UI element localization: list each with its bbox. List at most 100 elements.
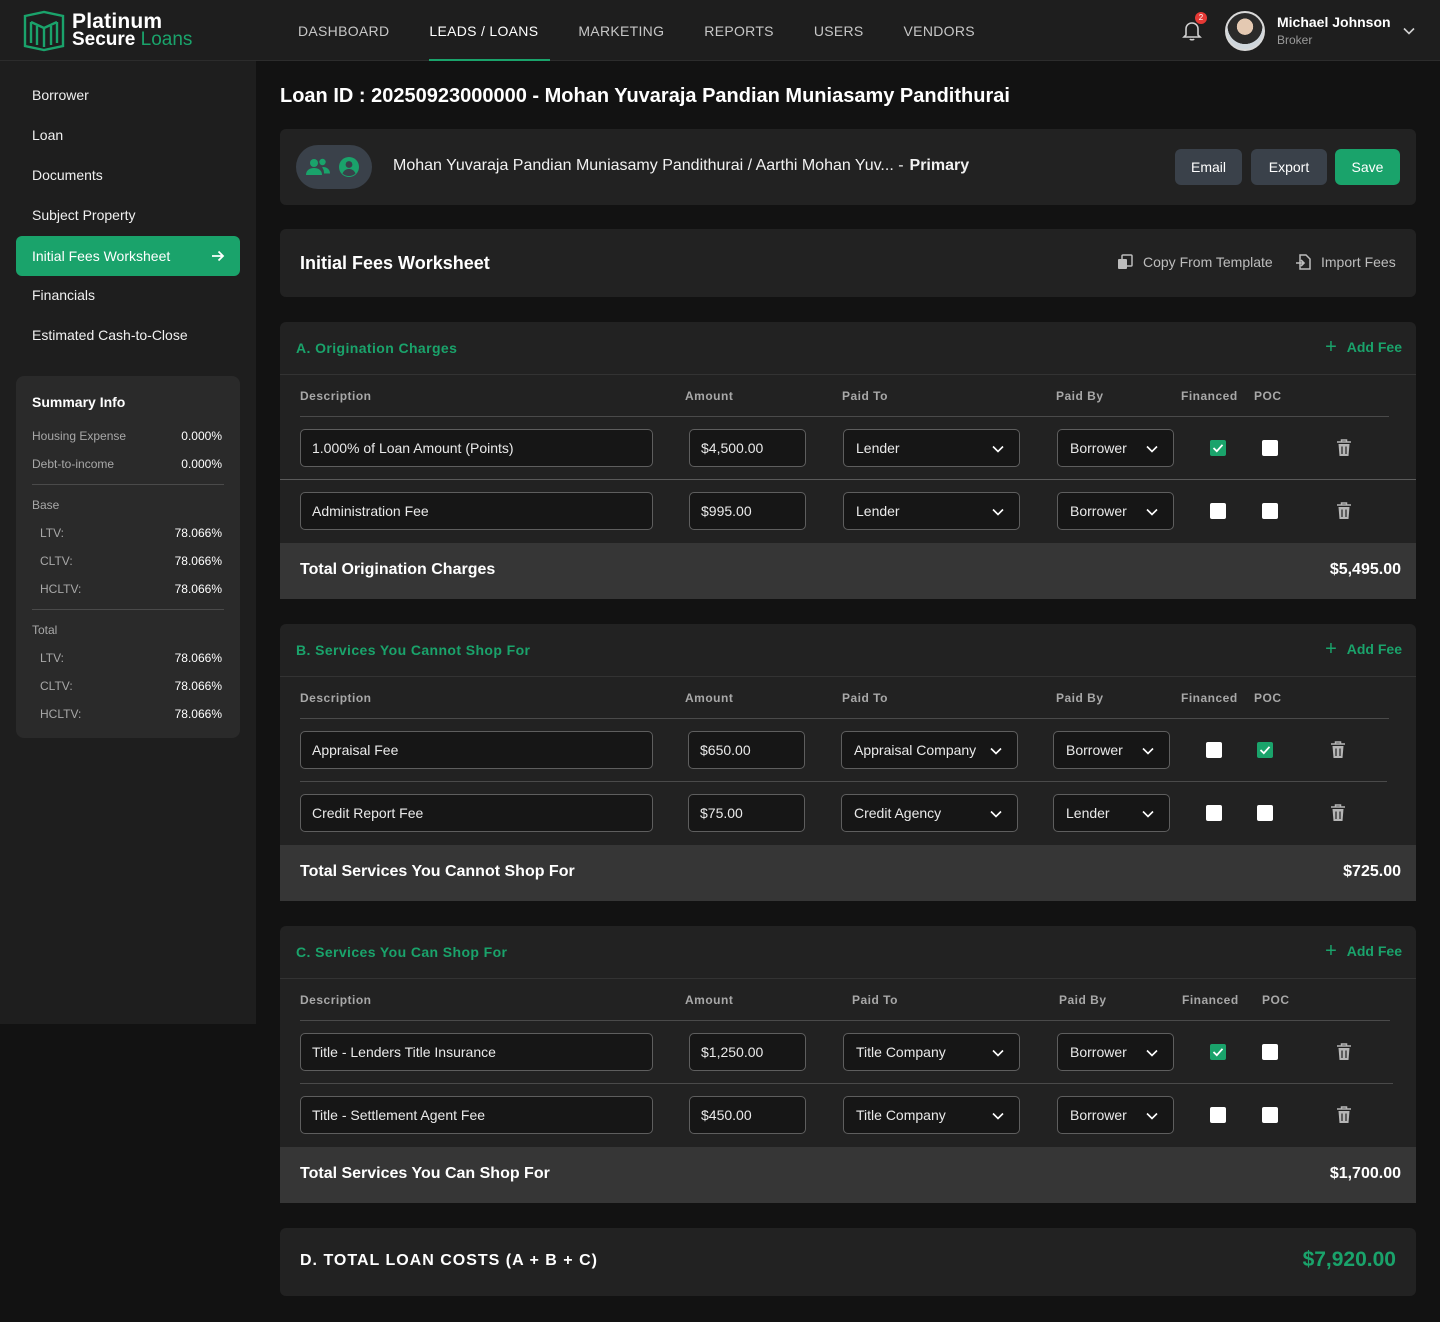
summary-base-label: Base <box>32 498 60 512</box>
check-icon <box>1259 746 1271 755</box>
trash-icon[interactable] <box>1336 1043 1352 1061</box>
total-label: Total Services You Can Shop For <box>300 1165 550 1182</box>
paid-by-select[interactable]: Borrower <box>1057 429 1174 467</box>
nav-dashboard[interactable]: DASHBOARD <box>278 0 409 61</box>
nav-leads-loans[interactable]: LEADS / LOANS <box>409 0 558 61</box>
sidebar-item-documents[interactable]: Documents <box>16 155 240 195</box>
divider <box>300 1020 1390 1021</box>
paid-to-select[interactable]: Appraisal Company <box>841 731 1018 769</box>
column-header-poc: POC <box>1254 691 1282 705</box>
column-header-amount: Amount <box>685 389 734 403</box>
import-fees-button[interactable]: Import Fees <box>1295 254 1396 270</box>
column-header-description: Description <box>300 993 372 1007</box>
paid-by-select[interactable]: Lender <box>1053 794 1170 832</box>
poc-checkbox[interactable] <box>1257 805 1273 821</box>
trash-icon[interactable] <box>1330 741 1346 759</box>
summary-debt-to-income: Debt-to-income 0.000% <box>32 457 222 471</box>
brand-name-line2b: Loans <box>140 29 193 50</box>
paid-to-select[interactable]: Lender <box>843 492 1020 530</box>
total-label: Total Services You Cannot Shop For <box>300 863 575 880</box>
plus-icon: + <box>1325 940 1337 962</box>
divider <box>32 484 224 485</box>
sidebar-item-financials[interactable]: Financials <box>16 275 240 315</box>
fee-description-input[interactable]: 1.000% of Loan Amount (Points) <box>300 429 653 467</box>
chevron-down-icon <box>1146 508 1158 516</box>
trash-icon[interactable] <box>1336 439 1352 457</box>
borrower-names: Mohan Yuvaraja Pandian Muniasamy Pandith… <box>393 157 970 174</box>
financed-checkbox[interactable] <box>1206 742 1222 758</box>
chevron-down-icon[interactable] <box>1402 24 1416 38</box>
paid-to-select[interactable]: Title Company <box>843 1096 1020 1134</box>
email-button[interactable]: Email <box>1175 149 1242 185</box>
total-value: $725.00 <box>1343 863 1401 880</box>
total-loan-costs: D. TOTAL LOAN COSTS (A + B + C) $7,920.0… <box>280 1228 1416 1296</box>
nav-vendors[interactable]: VENDORS <box>884 0 995 61</box>
fee-description-input[interactable]: Title - Lenders Title Insurance <box>300 1033 653 1071</box>
trash-icon[interactable] <box>1336 502 1352 520</box>
total-value: $5,495.00 <box>1329 561 1401 578</box>
column-header-financed: Financed <box>1181 389 1238 403</box>
fee-amount-input[interactable]: $650.00 <box>688 731 805 769</box>
financed-checkbox[interactable] <box>1210 1044 1226 1060</box>
column-header-paid-by: Paid By <box>1056 691 1104 705</box>
brand-logo[interactable]: Platinum Secure Loans <box>22 10 192 52</box>
poc-checkbox[interactable] <box>1262 503 1278 519</box>
paid-by-select[interactable]: Borrower <box>1057 492 1174 530</box>
poc-checkbox[interactable] <box>1257 742 1273 758</box>
section-title: B. Services You Cannot Shop For <box>296 642 531 658</box>
financed-checkbox[interactable] <box>1206 805 1222 821</box>
summary-base-hcltv: HCLTV: 78.066% <box>40 582 222 596</box>
paid-to-select[interactable]: Title Company <box>843 1033 1020 1071</box>
save-button[interactable]: Save <box>1335 149 1400 185</box>
sidebar-item-loan[interactable]: Loan <box>16 115 240 155</box>
fee-description-input[interactable]: Title - Settlement Agent Fee <box>300 1096 653 1134</box>
financed-checkbox[interactable] <box>1210 1107 1226 1123</box>
column-header-description: Description <box>300 691 372 705</box>
paid-by-select[interactable]: Borrower <box>1053 731 1170 769</box>
poc-checkbox[interactable] <box>1262 1044 1278 1060</box>
brand-name-line2a: Secure <box>72 29 136 50</box>
export-button[interactable]: Export <box>1251 149 1327 185</box>
fee-amount-input[interactable]: $1,250.00 <box>689 1033 806 1071</box>
plus-icon: + <box>1325 336 1337 358</box>
trash-icon[interactable] <box>1336 1106 1352 1124</box>
nav-users[interactable]: USERS <box>794 0 884 61</box>
paid-by-select[interactable]: Borrower <box>1057 1096 1174 1134</box>
poc-checkbox[interactable] <box>1262 1107 1278 1123</box>
sidebar-item-estimated-cash-to-close[interactable]: Estimated Cash-to-Close <box>16 315 240 355</box>
fee-amount-input[interactable]: $995.00 <box>689 492 806 530</box>
trash-icon[interactable] <box>1330 804 1346 822</box>
check-icon <box>1212 1048 1224 1057</box>
user-name[interactable]: Michael Johnson <box>1277 14 1391 30</box>
add-fee-button[interactable]: + Add Fee <box>1325 639 1402 659</box>
paid-to-select[interactable]: Lender <box>843 429 1020 467</box>
financed-checkbox[interactable] <box>1210 440 1226 456</box>
fee-amount-input[interactable]: $4,500.00 <box>689 429 806 467</box>
fee-description-input[interactable]: Administration Fee <box>300 492 653 530</box>
chevron-down-icon <box>1146 1049 1158 1057</box>
section-title: C. Services You Can Shop For <box>296 944 508 960</box>
fee-description-input[interactable]: Appraisal Fee <box>300 731 653 769</box>
user-circle-icon <box>339 157 359 177</box>
add-fee-button[interactable]: + Add Fee <box>1325 336 1402 358</box>
sidebar-item-initial-fees-worksheet[interactable]: Initial Fees Worksheet <box>16 236 240 276</box>
fee-amount-input[interactable]: $75.00 <box>688 794 805 832</box>
borrower-switch[interactable] <box>296 145 372 189</box>
paid-to-select[interactable]: Credit Agency <box>841 794 1018 832</box>
financed-checkbox[interactable] <box>1210 503 1226 519</box>
grand-total-label: D. TOTAL LOAN COSTS (A + B + C) <box>300 1252 598 1269</box>
chevron-down-icon <box>992 1112 1004 1120</box>
copy-from-template-button[interactable]: Copy From Template <box>1117 254 1273 270</box>
column-header-paid-by: Paid By <box>1059 993 1107 1007</box>
nav-marketing[interactable]: MARKETING <box>558 0 684 61</box>
sidebar-item-subject-property[interactable]: Subject Property <box>16 195 240 235</box>
add-fee-button[interactable]: + Add Fee <box>1325 940 1402 962</box>
poc-checkbox[interactable] <box>1262 440 1278 456</box>
nav-reports[interactable]: REPORTS <box>684 0 794 61</box>
divider <box>300 1083 1393 1084</box>
fee-amount-input[interactable]: $450.00 <box>689 1096 806 1134</box>
fee-description-input[interactable]: Credit Report Fee <box>300 794 653 832</box>
avatar[interactable] <box>1225 11 1265 51</box>
paid-by-select[interactable]: Borrower <box>1057 1033 1174 1071</box>
sidebar-item-borrower[interactable]: Borrower <box>16 75 240 115</box>
